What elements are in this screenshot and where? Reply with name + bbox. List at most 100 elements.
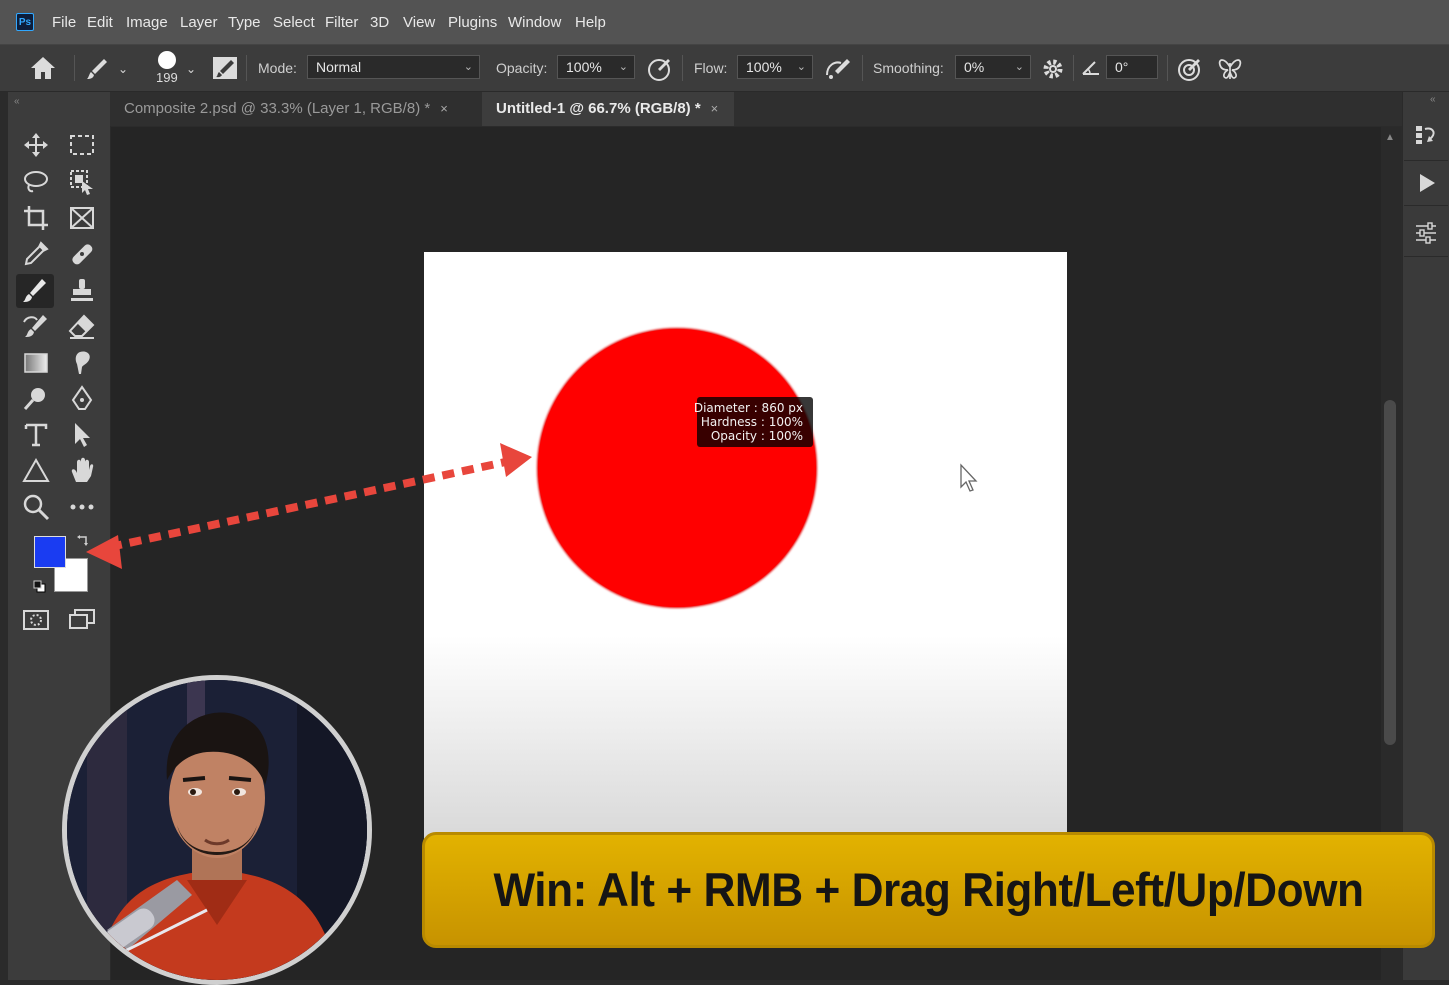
smudge-icon [75, 351, 90, 374]
chevron-down-icon: ⌄ [796, 61, 806, 73]
scroll-up-icon[interactable]: ▲ [1385, 132, 1395, 143]
menu-select[interactable]: Select [273, 14, 315, 31]
close-icon[interactable]: × [440, 101, 448, 116]
angle-icon [1082, 61, 1099, 75]
gear-icon[interactable] [1040, 56, 1066, 82]
object-selection-tool[interactable] [67, 167, 97, 197]
flow-value: 100% [746, 59, 782, 75]
marquee-tool[interactable] [67, 130, 97, 160]
sliders-icon [1416, 222, 1436, 244]
photoshop-logo-icon[interactable]: Ps [16, 13, 34, 31]
move-tool[interactable] [21, 130, 51, 160]
divider [1404, 205, 1448, 206]
chevron-down-icon[interactable]: ⌄ [118, 62, 128, 76]
gradient-tool[interactable] [21, 348, 51, 378]
eyedropper-tool[interactable] [21, 239, 51, 269]
chevron-down-icon[interactable]: ⌄ [186, 62, 196, 76]
smudge-tool[interactable] [67, 348, 97, 378]
brush-tip-icon[interactable] [158, 51, 176, 69]
pressure-opacity-icon[interactable] [646, 55, 674, 83]
move-icon [24, 133, 48, 157]
divider [1073, 55, 1074, 81]
opacity-input[interactable]: 100% ⌄ [557, 55, 635, 79]
history-brush-icon [23, 315, 47, 337]
foreground-color-swatch[interactable] [34, 536, 66, 568]
brush-preset-icon[interactable] [84, 56, 110, 82]
home-icon[interactable] [28, 54, 58, 82]
shape-tool[interactable] [21, 456, 51, 486]
diameter-readout: Diameter : 860 px [693, 401, 803, 415]
smoothing-input[interactable]: 0% ⌄ [955, 55, 1031, 79]
zoom-tool[interactable] [21, 492, 51, 522]
pen-tool[interactable] [67, 384, 97, 414]
default-colors-icon[interactable] [33, 580, 47, 594]
presenter-illustration [67, 680, 367, 980]
collapse-left-icon[interactable]: « [14, 96, 20, 107]
actions-panel-button[interactable] [1408, 165, 1444, 201]
menu-file[interactable]: File [52, 14, 76, 31]
divider [862, 55, 863, 81]
history-panel-button[interactable] [1408, 117, 1444, 153]
properties-panel-button[interactable] [1408, 215, 1444, 251]
rectangular-marquee-icon [70, 135, 94, 155]
document-tab-bar: Composite 2.psd @ 33.3% (Layer 1, RGB/8)… [110, 92, 1402, 126]
symmetry-butterfly-icon[interactable] [1216, 55, 1244, 83]
angle-input[interactable]: 0° [1106, 55, 1158, 79]
tab-label: Untitled-1 @ 66.7% (RGB/8) * [496, 100, 701, 117]
dodge-tool[interactable] [21, 384, 51, 414]
type-tool[interactable] [21, 420, 51, 450]
close-icon[interactable]: × [711, 101, 719, 116]
collapse-right-icon[interactable]: « [1430, 94, 1436, 105]
triangle-icon [22, 457, 50, 482]
brush-size-preview [538, 329, 816, 607]
brush-icon [23, 279, 46, 302]
crop-tool[interactable] [21, 203, 51, 233]
tab-untitled-1[interactable]: Untitled-1 @ 66.7% (RGB/8) * × [482, 92, 734, 126]
quick-mask-button[interactable] [21, 605, 51, 635]
presenter-webcam [62, 675, 372, 985]
menu-window[interactable]: Window [508, 14, 561, 31]
dotted-arrow-annotation [86, 443, 532, 569]
brush-tool[interactable] [16, 274, 54, 308]
menu-plugins[interactable]: Plugins [448, 14, 497, 31]
mode-select[interactable]: Normal ⌄ [307, 55, 480, 79]
pressure-size-icon[interactable] [1176, 55, 1204, 83]
angle-value: 0° [1115, 59, 1129, 75]
brush-settings-panel-icon[interactable] [211, 55, 239, 81]
frame-icon [70, 207, 94, 229]
menu-layer[interactable]: Layer [180, 14, 218, 31]
smoothing-label: Smoothing: [873, 60, 944, 76]
healing-brush-tool[interactable] [67, 239, 97, 269]
menu-view[interactable]: View [403, 14, 435, 31]
lasso-tool[interactable] [21, 167, 51, 197]
frame-tool[interactable] [67, 203, 97, 233]
flow-input[interactable]: 100% ⌄ [737, 55, 813, 79]
dodge-icon [23, 388, 45, 410]
tab-composite-2[interactable]: Composite 2.psd @ 33.3% (Layer 1, RGB/8)… [110, 92, 480, 126]
eraser-tool[interactable] [67, 312, 97, 342]
scrollbar-thumb[interactable] [1384, 400, 1396, 745]
menu-3d[interactable]: 3D [370, 14, 389, 31]
history-icon [1416, 126, 1435, 144]
lasso-icon [24, 171, 48, 193]
clone-stamp-tool[interactable] [67, 276, 97, 306]
eraser-icon [68, 314, 95, 339]
arrow-head-right [500, 443, 532, 477]
menu-type[interactable]: Type [228, 14, 261, 31]
airbrush-icon[interactable] [823, 55, 853, 83]
play-icon [1420, 174, 1435, 192]
tab-label: Composite 2.psd @ 33.3% (Layer 1, RGB/8)… [124, 100, 431, 117]
quick-mask-icon [23, 610, 49, 630]
crop-icon [24, 206, 48, 230]
history-brush-tool[interactable] [21, 312, 51, 342]
menu-edit[interactable]: Edit [87, 14, 113, 31]
screen-mode-button[interactable] [67, 605, 97, 635]
flow-label: Flow: [694, 60, 728, 76]
menu-help[interactable]: Help [575, 14, 606, 31]
smoothing-value: 0% [964, 59, 985, 75]
menu-image[interactable]: Image [126, 14, 168, 31]
menu-filter[interactable]: Filter [325, 14, 358, 31]
opacity-label: Opacity: [496, 60, 548, 76]
mode-label: Mode: [258, 60, 297, 76]
divider [246, 55, 247, 81]
